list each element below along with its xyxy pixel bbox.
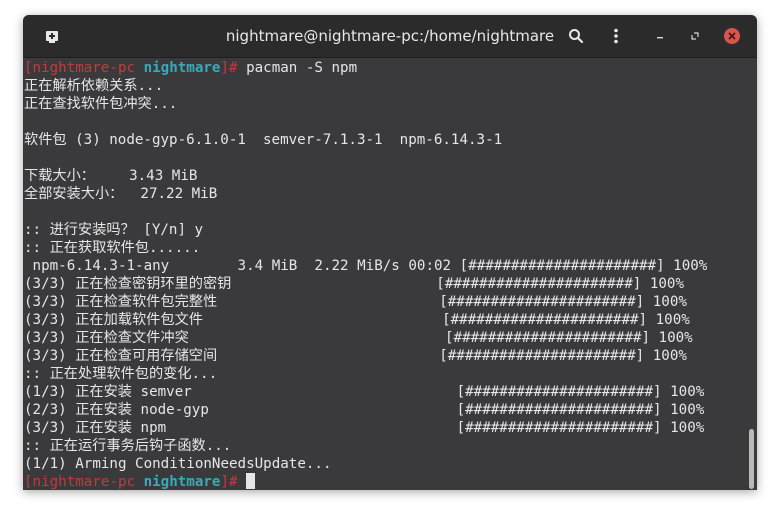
maximize-button[interactable] bbox=[685, 26, 705, 46]
terminal-line: (2/3) 正在安装 node-gyp [###################… bbox=[24, 402, 705, 418]
search-icon bbox=[569, 29, 584, 44]
terminal-line: 全部安装大小： 27.22 MiB bbox=[24, 186, 218, 202]
prompt-host: nightmare-pc bbox=[32, 474, 136, 490]
prompt-dir: nightmare bbox=[143, 60, 221, 76]
terminal-line: (3/3) 正在检查软件包完整性 [######################… bbox=[24, 294, 687, 310]
terminal-line: 正在查找软件包冲突... bbox=[24, 96, 178, 112]
titlebar: nightmare@nightmare-pc:/home/nightmare bbox=[23, 15, 757, 58]
maximize-icon bbox=[691, 32, 699, 40]
terminal-line: (3/3) 正在检查可用存储空间 [######################… bbox=[24, 348, 687, 364]
terminal-line: [nightmare-pc nightmare]# pacman -S npm bbox=[24, 60, 358, 76]
terminal-line: 正在解析依赖关系... bbox=[24, 78, 164, 94]
kebab-menu-icon bbox=[614, 28, 618, 44]
search-button[interactable] bbox=[566, 26, 586, 46]
terminal-line: [nightmare-pc nightmare]# bbox=[24, 473, 748, 490]
minimize-icon bbox=[657, 37, 663, 39]
prompt-host: nightmare-pc bbox=[32, 60, 136, 76]
terminal-line: :: 正在获取软件包...... bbox=[24, 240, 201, 256]
close-button[interactable] bbox=[722, 26, 742, 46]
terminal-line: 软件包 (3) node-gyp-6.1.0-1 semver-7.1.3-1 … bbox=[24, 132, 503, 148]
terminal-line: :: 进行安装吗？ [Y/n] y bbox=[24, 222, 204, 238]
window-title: nightmare@nightmare-pc:/home/nightmare bbox=[225, 27, 555, 45]
terminal-line: (3/3) 正在检查文件冲突 [######################] … bbox=[24, 330, 693, 346]
close-icon bbox=[724, 28, 740, 44]
text-cursor bbox=[246, 473, 256, 489]
terminal-line: (1/3) 正在安装 semver [#####################… bbox=[24, 384, 705, 400]
terminal-line: npm-6.14.3-1-any 3.4 MiB 2.22 MiB/s 00:0… bbox=[24, 258, 708, 274]
terminal-line: (3/3) 正在安装 npm [######################] … bbox=[24, 420, 705, 436]
terminal-line: (3/3) 正在加载软件包文件 [######################]… bbox=[24, 312, 690, 328]
terminal-output[interactable]: [nightmare-pc nightmare]# pacman -S npm 正… bbox=[23, 58, 757, 490]
terminal-line: (3/3) 正在检查密钥环里的密钥 [#####################… bbox=[24, 276, 685, 292]
scrollbar[interactable] bbox=[749, 429, 754, 489]
terminal-line: :: 正在处理软件包的变化... bbox=[24, 366, 218, 382]
command-text: pacman -S npm bbox=[246, 60, 358, 76]
terminal-lines: [nightmare-pc nightmare]# pacman -S npm 正… bbox=[24, 59, 748, 490]
prompt-dir: nightmare bbox=[143, 474, 221, 490]
menu-button[interactable] bbox=[606, 26, 626, 46]
terminal-line: :: 正在运行事务后钩子函数... bbox=[24, 438, 232, 454]
terminal-window: nightmare@nightmare-pc:/home/nightmare [… bbox=[23, 15, 757, 490]
minimize-button[interactable] bbox=[650, 26, 670, 46]
terminal-line: (1/1) Arming ConditionNeedsUpdate... bbox=[24, 456, 332, 472]
terminal-line: 下载大小： 3.43 MiB bbox=[24, 168, 198, 184]
